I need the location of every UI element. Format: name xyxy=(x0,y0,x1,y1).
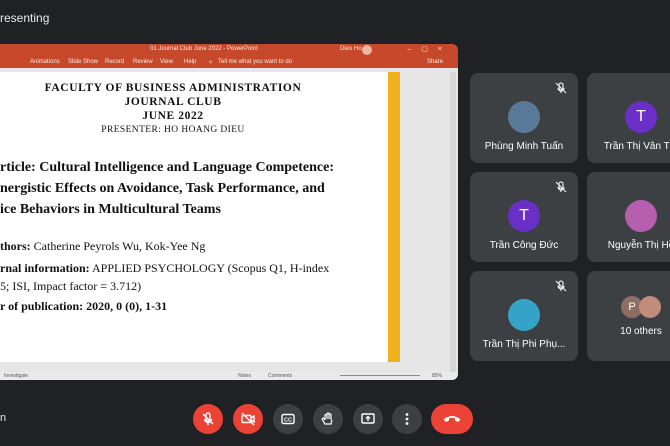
zoom-level: 85% xyxy=(432,373,443,379)
captions-button[interactable]: CC xyxy=(273,404,303,434)
year-value: 2020, 0 (0), 1-31 xyxy=(83,299,168,313)
powerpoint-status-bar: Investigate Notes Comments 85% xyxy=(0,372,458,380)
slide-canvas: FACULTY OF BUSINESS ADMINISTRATION JOURN… xyxy=(0,68,458,374)
mic-off-icon xyxy=(555,181,567,193)
slide-journal-club-line: JOURNAL CLUB xyxy=(124,96,222,108)
slide-journal-line-2: 5; ISI, Impact factor = 3.712) xyxy=(0,279,142,293)
others-count: 10 others xyxy=(620,326,662,337)
slide-article-line-3: ice Behaviors in Multicultural Teams xyxy=(0,202,221,217)
participant-tile[interactable]: Nguyễn Thị Hồ xyxy=(587,172,670,262)
powerpoint-title-bar: 01 Journal Club June 2022 - PowerPoint D… xyxy=(0,44,458,56)
slide-scrollbar[interactable] xyxy=(450,72,456,372)
meeting-top-bar: resenting xyxy=(0,0,670,36)
participant-tile[interactable]: T Trần Thị Vân Tra xyxy=(587,73,670,163)
comments-button[interactable]: Comments xyxy=(268,373,292,379)
raise-hand-button[interactable] xyxy=(313,404,343,434)
powerpoint-ribbon: Animations Slide Show Record Review View… xyxy=(0,56,458,68)
mic-off-icon xyxy=(555,280,567,292)
mic-toggle-button[interactable] xyxy=(193,404,223,434)
meeting-info: n xyxy=(0,412,7,424)
authors-label: thors: xyxy=(0,239,31,253)
leave-call-button[interactable] xyxy=(431,404,473,434)
year-label: r of publication: xyxy=(0,299,84,313)
ribbon-tab[interactable]: View xyxy=(160,59,173,65)
participant-avatar xyxy=(508,299,540,331)
status-investigate[interactable]: Investigate xyxy=(4,373,28,379)
participant-name: Trần Thị Vân Tra xyxy=(603,141,670,152)
participant-tile[interactable]: Phùng Minh Tuấn xyxy=(470,73,578,163)
slide: FACULTY OF BUSINESS ADMINISTRATION JOURN… xyxy=(0,72,400,362)
participant-avatar xyxy=(625,200,657,232)
participant-name: Nguyễn Thị Hồ xyxy=(607,240,670,251)
hand-icon xyxy=(321,412,333,425)
participant-avatar: T xyxy=(625,101,657,133)
captions-icon: CC xyxy=(281,413,295,425)
participant-avatar xyxy=(508,101,540,133)
participant-name: Phùng Minh Tuấn xyxy=(484,141,564,152)
hang-up-icon xyxy=(443,416,461,422)
participant-name: Trần Thị Phi Phụ... xyxy=(482,339,566,350)
powerpoint-user: Dieu Ho xyxy=(340,46,362,52)
slide-article-line-2: nergistic Effects on Avoidance, Task Per… xyxy=(0,181,325,196)
present-screen-icon xyxy=(361,413,375,424)
camera-toggle-button[interactable] xyxy=(233,404,263,434)
mic-off-icon xyxy=(555,82,567,94)
present-now-button[interactable] xyxy=(353,404,383,434)
share-button[interactable]: Share xyxy=(427,59,443,65)
more-vertical-icon xyxy=(405,413,409,425)
journal-value: APPLIED PSYCHOLOGY (Scopus Q1, H-index xyxy=(89,261,330,275)
others-avatar-photo xyxy=(639,296,661,318)
ribbon-tab[interactable]: Animations xyxy=(30,59,60,65)
presentation-panel[interactable]: 01 Journal Club June 2022 - PowerPoint D… xyxy=(0,44,458,380)
participant-tile[interactable]: T Trần Công Đức xyxy=(470,172,578,262)
participant-name: Trần Công Đức xyxy=(489,240,559,251)
slide-faculty-line: FACULTY OF BUSINESS ADMINISTRATION xyxy=(44,82,302,94)
tell-me-search[interactable]: Tell me what you want to do xyxy=(218,59,292,65)
user-avatar-icon[interactable] xyxy=(362,45,372,55)
more-options-button[interactable] xyxy=(392,404,422,434)
ribbon-tab[interactable]: Record xyxy=(105,59,124,65)
others-tile[interactable]: P 10 others xyxy=(587,271,670,361)
slide-journal: rnal information: APPLIED PSYCHOLOGY (Sc… xyxy=(0,261,329,276)
lightbulb-icon: ✧ xyxy=(208,60,214,66)
slide-presenter-line: PRESENTER: HO HOANG DIEU xyxy=(101,125,245,135)
slide-year: r of publication: 2020, 0 (0), 1-31 xyxy=(0,299,167,314)
camera-off-icon xyxy=(241,412,255,426)
ribbon-tab[interactable]: Review xyxy=(133,59,153,65)
participant-tile[interactable]: Trần Thị Phi Phụ... xyxy=(470,271,578,361)
svg-text:CC: CC xyxy=(284,418,292,424)
slide-date-line: JUNE 2022 xyxy=(142,110,204,122)
zoom-slider[interactable] xyxy=(340,375,420,376)
ribbon-tab[interactable]: Slide Show xyxy=(68,59,98,65)
journal-label: rnal information: xyxy=(0,261,90,275)
presenting-title: resenting xyxy=(0,11,50,25)
participant-avatar: T xyxy=(508,200,540,232)
notes-button[interactable]: Notes xyxy=(238,373,251,379)
slide-authors: thors: Catherine Peyrols Wu, Kok-Yee Ng xyxy=(0,239,205,254)
ribbon-tab[interactable]: Help xyxy=(184,59,196,65)
powerpoint-window-title: 01 Journal Club June 2022 - PowerPoint xyxy=(150,46,258,52)
mic-off-icon xyxy=(202,412,214,425)
window-controls-icon[interactable]: –▢× xyxy=(407,45,452,53)
slide-accent-bar xyxy=(388,72,400,362)
authors-value: Catherine Peyrols Wu, Kok-Yee Ng xyxy=(30,239,206,253)
slide-article-line-1: rticle: Cultural Intelligence and Langua… xyxy=(0,160,335,175)
